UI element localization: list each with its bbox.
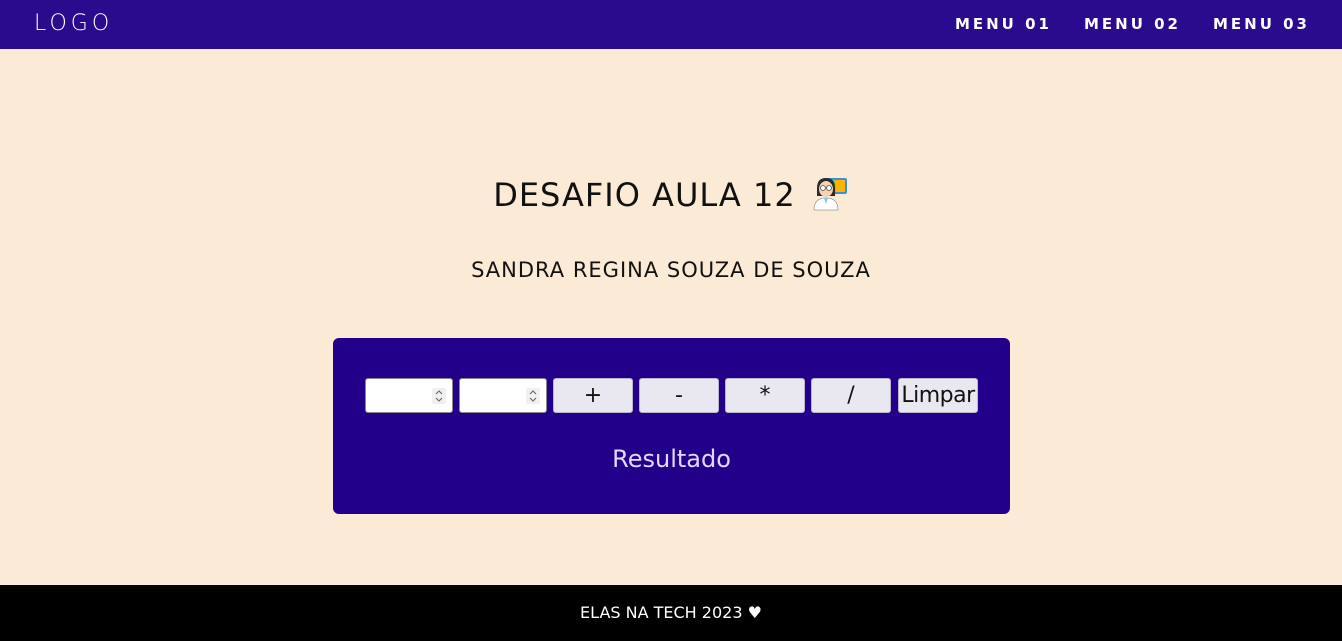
logo[interactable]: LOGO	[34, 11, 113, 36]
result-output: Resultado	[612, 445, 731, 473]
subtract-button[interactable]: -	[639, 378, 719, 413]
number-spinner-icon[interactable]	[432, 388, 446, 404]
clear-button[interactable]: Limpar	[898, 378, 978, 413]
number-input-1-wrapper	[365, 378, 453, 413]
calculator-panel: + - * / Limpar Resultado	[333, 338, 1010, 514]
top-header: LOGO MENU 01 MENU 02 MENU 03	[0, 0, 1342, 49]
title-row: DESAFIO AULA 12	[0, 176, 1342, 218]
menu-item-02[interactable]: MENU 02	[1084, 15, 1181, 33]
number-spinner-icon[interactable]	[526, 388, 540, 404]
divide-button[interactable]: /	[811, 378, 891, 413]
footer: ELAS NA TECH 2023 ♥	[0, 585, 1342, 641]
add-button[interactable]: +	[553, 378, 633, 413]
number-input-2[interactable]	[460, 379, 522, 412]
number-input-1[interactable]	[366, 379, 428, 412]
author-name: SANDRA REGINA SOUZA DE SOUZA	[471, 258, 871, 282]
main-menu: MENU 01 MENU 02 MENU 03	[955, 15, 1310, 33]
multiply-button[interactable]: *	[725, 378, 805, 413]
woman-scientist-icon	[811, 174, 849, 212]
page-title: DESAFIO AULA 12	[493, 176, 796, 214]
menu-item-01[interactable]: MENU 01	[955, 15, 1052, 33]
menu-item-03[interactable]: MENU 03	[1213, 15, 1310, 33]
number-input-2-wrapper	[459, 378, 547, 413]
